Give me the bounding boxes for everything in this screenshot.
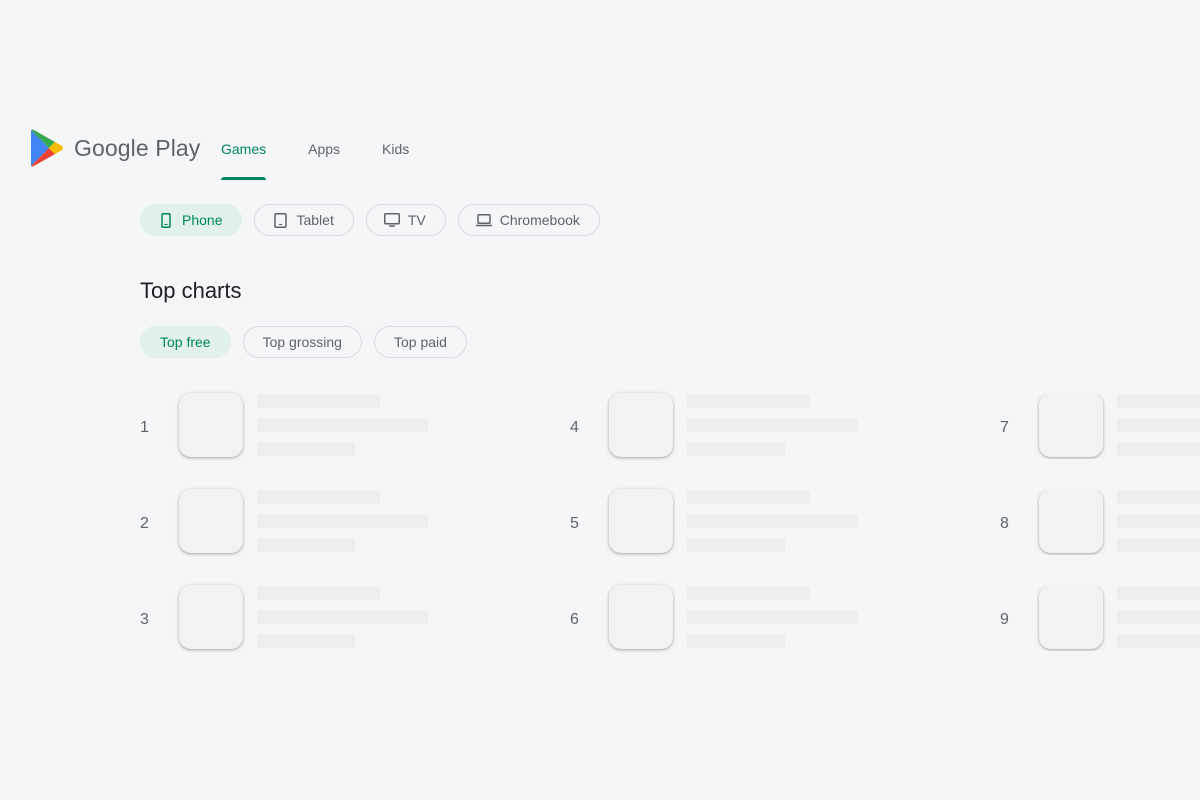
phone-icon xyxy=(158,212,174,228)
app-developer-placeholder xyxy=(687,514,858,528)
rank-number: 6 xyxy=(570,611,579,628)
chart-item[interactable]: 9 xyxy=(1000,585,1200,651)
rank-number: 3 xyxy=(140,611,149,628)
app-title-placeholder xyxy=(687,586,810,600)
app-developer-placeholder xyxy=(687,418,858,432)
app-title-placeholder xyxy=(257,490,380,504)
rank-number: 5 xyxy=(570,515,579,532)
tab-label: Kids xyxy=(382,141,410,157)
app-rating-placeholder xyxy=(687,538,785,552)
app-title-placeholder xyxy=(1117,586,1200,600)
tv-icon xyxy=(383,212,400,228)
chip-label: Top free xyxy=(160,334,211,350)
chip-label: TV xyxy=(407,212,426,228)
rank-number: 8 xyxy=(1000,515,1009,532)
chart-item[interactable]: 4 xyxy=(570,393,970,459)
app-rating-placeholder xyxy=(1117,538,1200,552)
device-filter-chips: Phone Tablet TV Chromebook xyxy=(140,204,600,236)
chip-tablet[interactable]: Tablet xyxy=(254,204,354,236)
rank-number: 7 xyxy=(1000,419,1009,436)
app-developer-placeholder xyxy=(257,514,428,528)
app-title-placeholder xyxy=(1117,394,1200,408)
app-developer-placeholder xyxy=(1117,514,1200,528)
app-icon-placeholder xyxy=(179,489,243,553)
chip-chromebook[interactable]: Chromebook xyxy=(457,204,600,236)
app-developer-placeholder xyxy=(257,418,428,432)
app-rating-placeholder xyxy=(687,634,785,648)
chip-label: Tablet xyxy=(296,212,334,228)
tab-games[interactable]: Games xyxy=(200,118,287,180)
app-icon-placeholder xyxy=(609,393,673,457)
tab-kids[interactable]: Kids xyxy=(361,118,430,180)
section-title: Top charts xyxy=(140,278,242,303)
tab-label: Games xyxy=(221,141,267,157)
app-icon-placeholder xyxy=(609,489,673,553)
chip-tv[interactable]: TV xyxy=(365,204,446,236)
brand-name: Google Play xyxy=(74,134,201,161)
app-rating-placeholder xyxy=(687,442,785,456)
rank-number: 1 xyxy=(140,419,149,436)
play-triangle-icon xyxy=(31,129,63,167)
app-rating-placeholder xyxy=(257,634,355,648)
chip-label: Top paid xyxy=(393,334,447,350)
app-developer-placeholder xyxy=(257,610,428,624)
chart-filter-chips: Top free Top grossing Top paid xyxy=(140,326,467,358)
app-title-placeholder xyxy=(257,394,380,408)
chip-top-free[interactable]: Top free xyxy=(140,326,231,358)
app-title-placeholder xyxy=(687,490,810,504)
chart-item[interactable]: 6 xyxy=(570,585,970,651)
active-tab-indicator xyxy=(221,177,267,180)
chip-label: Chromebook xyxy=(499,212,580,228)
app-icon-placeholder xyxy=(179,585,243,649)
app-rating-placeholder xyxy=(1117,634,1200,648)
app-icon-placeholder xyxy=(1039,585,1103,649)
app-rating-placeholder xyxy=(257,442,355,456)
chart-item[interactable]: 3 xyxy=(140,585,540,651)
app-icon-placeholder xyxy=(1039,393,1103,457)
main-nav: Games Apps Kids xyxy=(200,118,430,180)
tab-label: Apps xyxy=(308,141,341,157)
chip-top-paid[interactable]: Top paid xyxy=(373,326,467,358)
tab-apps[interactable]: Apps xyxy=(287,118,361,180)
app-rating-placeholder xyxy=(257,538,355,552)
chip-label: Phone xyxy=(182,212,223,228)
chart-item[interactable]: 8 xyxy=(1000,489,1200,555)
page: Google Play Games Apps Kids Phone Tablet… xyxy=(0,0,1200,800)
chip-label: Top grossing xyxy=(262,334,342,350)
laptop-icon xyxy=(475,212,492,228)
app-title-placeholder xyxy=(687,394,810,408)
tablet-icon xyxy=(272,212,288,228)
chip-top-grossing[interactable]: Top grossing xyxy=(242,326,362,358)
app-icon-placeholder xyxy=(1039,489,1103,553)
chart-item[interactable]: 5 xyxy=(570,489,970,555)
chart-item[interactable]: 2 xyxy=(140,489,540,555)
chart-item[interactable]: 1 xyxy=(140,393,540,459)
top-header: Google Play Games Apps Kids xyxy=(0,118,1200,180)
app-title-placeholder xyxy=(257,586,380,600)
google-play-logo[interactable]: Google Play xyxy=(30,128,200,168)
rank-number: 2 xyxy=(140,515,149,532)
app-icon-placeholder xyxy=(609,585,673,649)
rank-number: 4 xyxy=(570,419,579,436)
app-title-placeholder xyxy=(1117,490,1200,504)
app-developer-placeholder xyxy=(687,610,858,624)
chart-item[interactable]: 7 xyxy=(1000,393,1200,459)
app-rating-placeholder xyxy=(1117,442,1200,456)
chip-phone[interactable]: Phone xyxy=(140,204,243,236)
app-developer-placeholder xyxy=(1117,418,1200,432)
app-icon-placeholder xyxy=(179,393,243,457)
app-developer-placeholder xyxy=(1117,610,1200,624)
rank-number: 9 xyxy=(1000,611,1009,628)
